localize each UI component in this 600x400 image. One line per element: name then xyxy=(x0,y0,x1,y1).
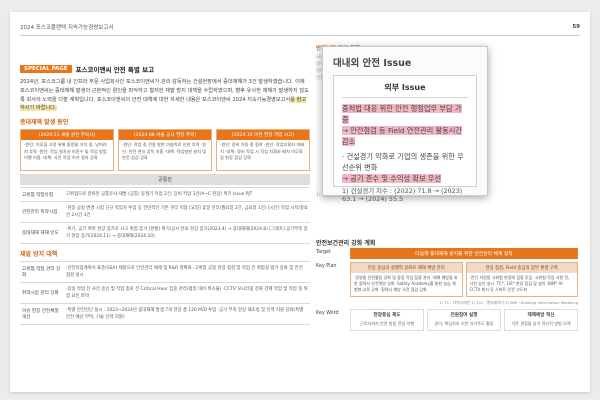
row-key: 중대재해 재해 빈도 xyxy=(22,231,59,237)
keyword-row: Key Word 현장중심 제도 근로자까지 안전 방침 전달 이행 전원참여 … xyxy=(316,308,578,332)
common-band: 공통점 xyxy=(20,174,310,186)
keyword-card: 재해예방 혁신 기존 관점을 넘어 혁신적 방법 모색 xyxy=(504,308,578,332)
row-value: ·특별 안전진단 실시 : 2023~2024년 중대재해 발생 7개 현장 총… xyxy=(66,308,304,321)
issue-line: → 공기 준수 및 수익성 확보 우선 xyxy=(342,174,442,183)
enhancement-plan-table: Target 다음해 중대재해 방지를 위한 안전관리 체계 정착 Key Pl… xyxy=(316,248,578,334)
zoom-callout: 대내외 안전 Issue 외부 Issue 중처법 대응 위한 안전 행정업무 … xyxy=(322,46,488,203)
row-key: 고위험 작업유형 xyxy=(22,192,54,198)
table-row: 고위험 작업 관리 강화 ·안전작업계획서 표준(SSA) 제정으로 안전관리 … xyxy=(20,261,310,282)
row-key: 취약시점 관리 강화 xyxy=(22,291,59,297)
table-row: 이슈 현장 안전체질 개선 ·특별 안전진단 실시 : 2023~2024년 중… xyxy=(20,303,310,326)
header-divider xyxy=(20,35,580,36)
report-title: 2024 포스코플랜텍 지속가능경영보고서 xyxy=(20,25,114,31)
row-value: ·휴일 작업 전 사전 승인 및 작업 종료 전 Critical Hour 집… xyxy=(66,287,308,300)
keyword-title: 전원참여 실행 xyxy=(450,312,478,318)
row-value: 고위험으로 분류된 공통유사 재발 (공통) 동절기 작업 2건, 장비 작업 … xyxy=(66,192,253,198)
target-value: 다음해 중대재해 방지를 위한 안전관리 체계 정착 xyxy=(350,248,578,259)
left-column: SPECIAL PAGE 포스코이앤씨 안전 특별 보고 2024년, 포스코그… xyxy=(20,64,310,326)
plan-footnote: 1) TC : 타워크레인 2) E/V : 엘리베이터 3) BIM : Bu… xyxy=(439,299,578,305)
causes-heading: 중대재해 발생 원인 xyxy=(20,119,69,127)
cause-card: (2024.10 이천 현장 끼임 사고) ·원인: 장비 가동 중 협착 ·원… xyxy=(216,129,310,172)
issue-footnote: 1) 건설경기 지수 : (2022) 71.8 → (2023) 63.1 →… xyxy=(342,187,463,203)
row-key: 안전관리 취약시점 xyxy=(22,210,58,216)
cause-cards: (2024.11 새울 원전 추락사) ·원인: 거푸집 고정 위해 중량물 가… xyxy=(20,129,310,172)
plan-body: ·전단 자원을 고위험 현장에 집중 투입 ·고위험 작업 사항 전, 사전 승… xyxy=(469,275,570,293)
cause-card-body: ·원인: 거푸집 고정 위해 중량물 가치 중, 낭떠러지 추락 ·원인: 작업… xyxy=(24,142,107,161)
external-issue-header: 외부 Issue xyxy=(342,82,468,98)
keyplan-label: Key Plan xyxy=(316,264,337,269)
cause-card-body: ·원인: 장비 가동 중 협착 ·원인: 작업지휘자 미배치 ·대책: 장비 작… xyxy=(220,142,305,161)
special-page-tag: SPECIAL PAGE xyxy=(20,65,72,73)
keyword-body: 기존 관점을 넘어 혁신적 방법 모색 xyxy=(511,320,571,326)
row-value: ·현장 공정 변경 시점 신규 작업자 투입 등 전반적인 기본 관리 미흡 [… xyxy=(66,206,308,219)
cause-card-body: ·원인: 작업 중 전용 발판 미설치로 인한 추락 ·원인: 안전 관리 감독… xyxy=(122,142,207,161)
keyword-title: 현장중심 제도 xyxy=(373,312,401,318)
page-number: 59 xyxy=(572,24,580,30)
row-value: ·안전작업계획서 표준(SSA) 제정으로 안전관리 체계 및 R&R 명확화 … xyxy=(66,266,303,279)
row-value: ·위기, 공기 촉박 현장 증가로 사고 위험 증가 [현황] 위기/공사 만료… xyxy=(66,227,308,240)
page-header: 2024 포스코플랜텍 지속가능경영보고서 59 xyxy=(20,20,580,34)
row-key: 고위험 작업 관리 강화 xyxy=(22,267,61,279)
plan-title: 현장 중심의 실행력 강화로 재해 예방 관리 xyxy=(351,263,462,273)
plan-title: 현장 점검, Field 중심의 업무 환경 구축 xyxy=(466,263,577,273)
cause-card: (2024.08 서울 공사 현장 추락) ·원인: 작업 중 전용 발판 미설… xyxy=(118,129,212,172)
table-row: 취약시점 관리 강화 ·휴일 작업 전 사전 승인 및 작업 종료 전 Crit… xyxy=(20,282,310,303)
issue-line: · 건설경기 악화로 기업의 생존을 위한 우선순위 변화 xyxy=(342,152,464,172)
plan-body: ·경영층 안전활동 강화 및 중점 작업 집중 관리 ·재해 예방을 위한 협력… xyxy=(354,275,458,293)
keyword-body: 근로자까지 안전 방침 전달 이행 xyxy=(359,320,415,326)
keyword-card: 현장중심 제도 근로자까지 안전 방침 전달 이행 xyxy=(350,308,424,332)
prevention-heading: 재발 방지 대책 xyxy=(20,251,58,259)
cause-card: (2024.11 새울 원전 추락사) ·원인: 거푸집 고정 위해 중량물 가… xyxy=(20,129,114,172)
keyword-card: 전원참여 실행 같이, 책임지지 기반 자기주도 활동 xyxy=(427,308,501,332)
issue-line: 중처법 대응 위한 안전 행정업무 부담 가중 xyxy=(342,104,462,124)
keyword-label: Key Word xyxy=(316,310,339,316)
plan-card: 현장 점검, Field 중심의 업무 환경 구축 ·전단 자원을 고위험 현장… xyxy=(465,262,578,297)
prevention-table: 고위험 작업 관리 강화 ·안전작업계획서 표준(SSA) 제정으로 안전관리 … xyxy=(20,261,310,326)
issue-line: → 안전점검 등 Field 안전관리 활동시간 감소 xyxy=(342,126,462,146)
plan-card: 현장 중심의 실행력 강화로 재해 예방 관리 ·경영층 안전활동 강화 및 중… xyxy=(350,262,463,297)
target-row: Target 다음해 중대재해 방지를 위한 안전관리 체계 정착 xyxy=(316,248,578,259)
zoom-title: 대내외 안전 Issue xyxy=(333,58,412,69)
cause-card-title: (2024.08 서울 공사 현장 추락) xyxy=(119,130,211,141)
report-page: 2024 포스코플랜텍 지속가능경영보고서 59 SPECIAL PAGE 포스… xyxy=(10,12,590,392)
table-row: 중대재해 재해 빈도 ·위기, 공기 촉박 현장 증가로 사고 위험 증가 [현… xyxy=(20,222,310,245)
enhancement-plan-title: 안전보건관리 강화 계획 xyxy=(316,240,376,247)
special-heading: SPECIAL PAGE 포스코이앤씨 안전 특별 보고 xyxy=(20,64,310,74)
target-label: Target xyxy=(316,250,331,255)
special-paragraph: 2024년, 포스코그룹 내 인프라 부문 사업회사인 포스코이앤씨가 관리·감… xyxy=(20,79,309,112)
keyplan-row: Key Plan 현장 중심의 실행력 강화로 재해 예방 관리 ·경영층 안전… xyxy=(316,262,578,297)
cause-card-title: (2024.11 새울 원전 추락사) xyxy=(21,130,113,141)
external-issue-box: 외부 Issue 중처법 대응 위한 안전 행정업무 부담 가중 → 안전점검 … xyxy=(333,75,477,203)
keyword-body: 같이, 책임지지 기반 자기주도 활동 xyxy=(434,320,494,326)
table-row: 고위험 작업유형 고위험으로 분류된 공통유사 재발 (공통) 동절기 작업 2… xyxy=(20,187,310,201)
common-table: 고위험 작업유형 고위험으로 분류된 공통유사 재발 (공통) 동절기 작업 2… xyxy=(20,187,310,245)
table-row: 안전관리 취약시점 ·현장 공정 변경 시점 신규 작업자 투입 등 전반적인 … xyxy=(20,201,310,222)
keyword-title: 재해예방 혁신 xyxy=(527,312,555,318)
special-title: 포스코이앤씨 안전 특별 보고 xyxy=(75,66,155,74)
cause-card-title: (2024.10 이천 현장 끼임 사고) xyxy=(217,130,309,141)
row-key: 이슈 현장 안전체질 개선 xyxy=(22,309,59,321)
